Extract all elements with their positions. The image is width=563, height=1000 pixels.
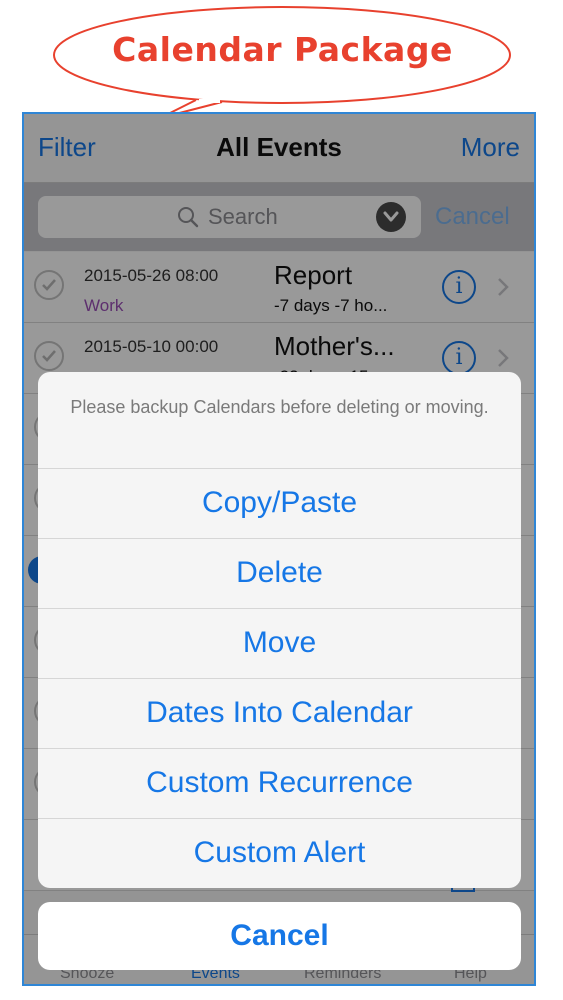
custom-alert-button[interactable]: Custom Alert <box>38 818 521 888</box>
callout-title: Calendar Package <box>112 30 453 69</box>
custom-recurrence-button[interactable]: Custom Recurrence <box>38 748 521 818</box>
delete-button[interactable]: Delete <box>38 538 521 608</box>
dates-into-calendar-button[interactable]: Dates Into Calendar <box>38 678 521 748</box>
cancel-button[interactable]: Cancel <box>38 902 521 970</box>
action-sheet-message: Please backup Calendars before deleting … <box>70 397 489 417</box>
action-sheet: Please backup Calendars before deleting … <box>38 372 521 888</box>
move-button[interactable]: Move <box>38 608 521 678</box>
copy-paste-button[interactable]: Copy/Paste <box>38 468 521 538</box>
